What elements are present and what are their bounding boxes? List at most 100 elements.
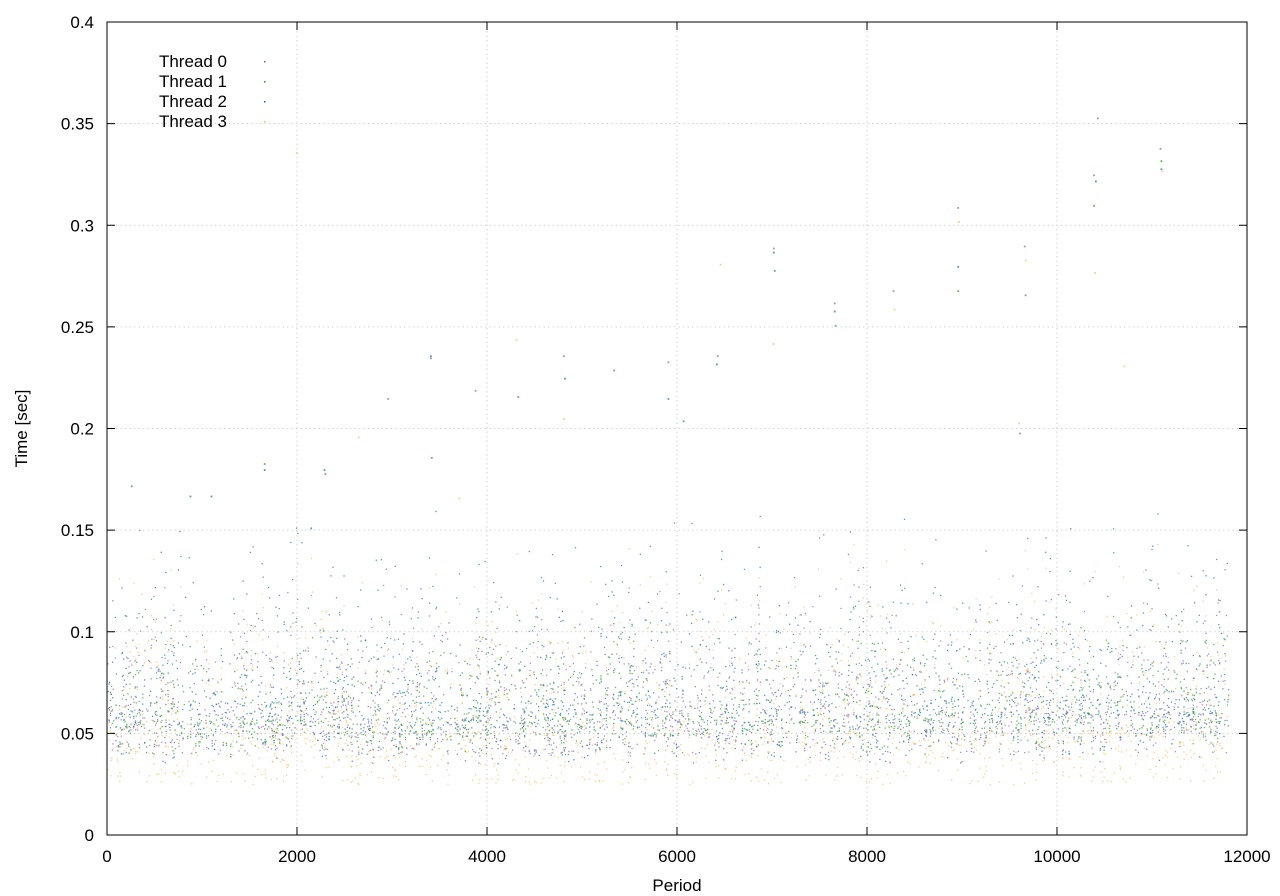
data-point: [1034, 676, 1036, 679]
data-point: [1127, 661, 1129, 663]
data-point: [554, 731, 556, 733]
data-point: [845, 686, 847, 688]
data-point: [1024, 665, 1026, 667]
data-point: [1146, 728, 1148, 730]
data-point: [942, 728, 944, 730]
data-point: [786, 736, 788, 738]
data-point: [905, 677, 907, 679]
data-point: [815, 722, 817, 724]
data-point: [374, 709, 376, 711]
data-point: [860, 721, 862, 723]
data-point: [205, 735, 208, 737]
data-point: [358, 753, 360, 755]
data-point: [190, 717, 192, 719]
data-point: [326, 694, 328, 696]
data-point: [251, 733, 253, 736]
data-point: [1062, 719, 1064, 721]
data-point: [1070, 703, 1073, 705]
data-point: [380, 559, 383, 561]
data-point: [1073, 646, 1075, 648]
data-point: [162, 760, 164, 762]
data-point: [125, 751, 127, 753]
data-point: [1047, 681, 1050, 684]
data-point: [979, 642, 981, 644]
data-point: [1048, 716, 1050, 718]
data-point: [184, 596, 187, 598]
data-point: [239, 676, 241, 678]
data-point: [509, 738, 512, 741]
data-point: [718, 742, 720, 744]
data-point: [136, 661, 138, 663]
data-point: [613, 694, 615, 696]
data-point: [167, 660, 169, 662]
data-point: [825, 743, 827, 746]
data-point: [613, 729, 615, 731]
data-point: [456, 707, 458, 709]
data-point: [845, 694, 847, 696]
data-point: [417, 669, 419, 671]
data-point: [694, 686, 696, 688]
data-point: [241, 674, 243, 676]
data-point: [1117, 725, 1120, 728]
data-point: [1053, 734, 1055, 736]
data-point: [395, 745, 397, 747]
data-point: [272, 686, 274, 689]
data-point: [579, 718, 581, 721]
data-point: [433, 695, 435, 697]
data-point: [155, 640, 158, 642]
data-point: [552, 652, 555, 654]
data-point: [708, 685, 710, 687]
data-point: [319, 697, 321, 699]
data-point: [1142, 685, 1145, 688]
data-point: [1073, 736, 1075, 738]
data-point: [440, 639, 442, 642]
data-point: [362, 683, 364, 685]
data-point: [351, 678, 353, 680]
data-point: [938, 645, 940, 647]
data-point: [609, 717, 611, 719]
data-point: [853, 746, 855, 748]
data-point: [773, 752, 775, 754]
data-point: [592, 706, 594, 708]
data-point: [1178, 623, 1180, 625]
data-point: [947, 714, 950, 717]
data-point: [605, 687, 607, 689]
data-point: [205, 696, 207, 698]
data-point: [185, 635, 188, 638]
data-point: [120, 743, 122, 745]
data-point: [846, 699, 848, 701]
data-point: [543, 703, 545, 705]
data-point: [511, 749, 514, 751]
data-point: [317, 718, 319, 720]
data-point: [974, 727, 977, 729]
series-2: [107, 168, 1229, 765]
data-point: [1109, 725, 1111, 727]
data-point: [1137, 712, 1140, 714]
data-point: [600, 679, 602, 681]
data-point: [1158, 681, 1160, 683]
data-point: [162, 664, 164, 666]
data-point: [742, 709, 744, 711]
data-point: [558, 672, 560, 675]
data-point: [698, 752, 700, 754]
data-point: [758, 640, 761, 642]
data-point: [819, 595, 821, 597]
data-point: [991, 714, 993, 717]
data-point: [323, 749, 325, 751]
data-point: [676, 746, 678, 748]
data-point: [245, 683, 247, 685]
data-point: [841, 673, 843, 675]
data-point: [364, 639, 367, 642]
data-point: [629, 679, 631, 682]
data-point: [913, 660, 915, 662]
data-point: [461, 724, 463, 727]
data-point: [1019, 672, 1021, 675]
data-point: [236, 658, 238, 660]
data-point: [869, 711, 871, 713]
data-point: [697, 728, 700, 730]
data-point: [971, 747, 973, 749]
data-point: [1066, 695, 1068, 697]
data-point: [221, 713, 223, 715]
data-point: [1012, 739, 1014, 741]
data-point: [1085, 717, 1087, 719]
